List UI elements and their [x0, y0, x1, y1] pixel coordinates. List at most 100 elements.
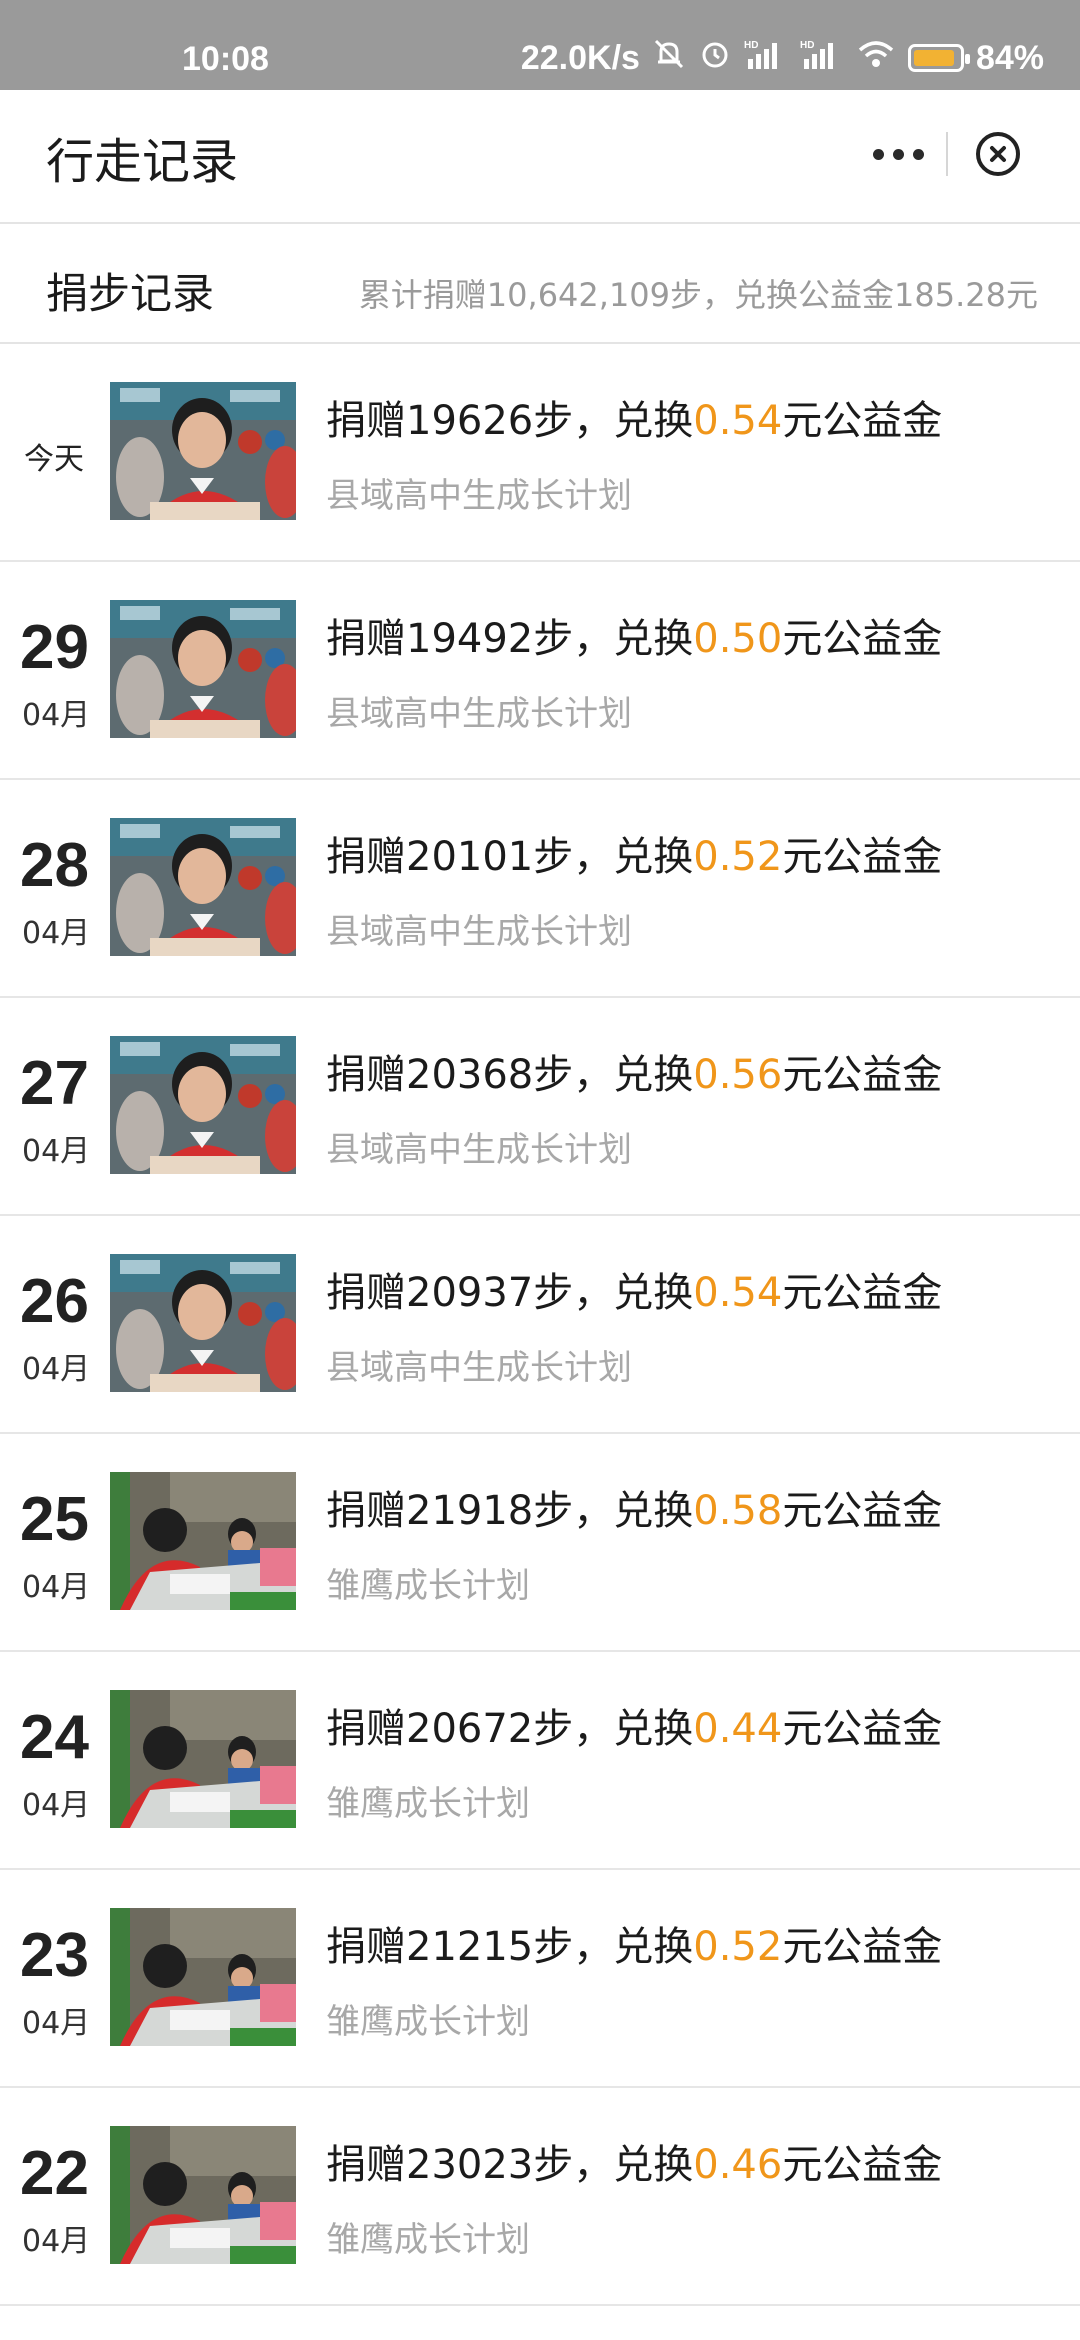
record-row-3[interactable]: 28 04月 捐赠20101步，兑换0.52元公益金 县域高中生成长计划 [0, 780, 1080, 998]
date-month: 04月 [22, 698, 91, 733]
record-date: 25 04月 [0, 1434, 108, 1652]
date-month: 04月 [22, 1788, 91, 1823]
record-steps: 捐赠20937步，兑换 [326, 1270, 694, 1316]
record-steps: 捐赠20368步，兑换 [326, 1052, 694, 1098]
donation-list: 今天 捐赠19626步，兑换0.54元公益金 县域高中生成长计划 29 04月 … [0, 344, 1080, 2306]
project-thumbnail [110, 382, 296, 520]
record-unit: 元公益金 [782, 1488, 943, 1534]
children-writing-photo [110, 1690, 296, 1828]
record-row-9[interactable]: 22 04月 捐赠23023步，兑换0.46元公益金 雏鹰成长计划 [0, 2088, 1080, 2306]
record-summary: 捐赠23023步，兑换0.46元公益金 [326, 2132, 942, 2190]
record-row-1[interactable]: 今天 捐赠19626步，兑换0.54元公益金 县域高中生成长计划 [0, 344, 1080, 562]
record-unit: 元公益金 [782, 2142, 943, 2188]
children-writing-photo [110, 1472, 296, 1610]
date-month: 04月 [22, 2006, 91, 2041]
record-amount: 0.54 [693, 398, 783, 444]
record-amount: 0.52 [693, 1924, 783, 1970]
date-month: 04月 [22, 1570, 91, 1605]
status-bar: 10:08 22.0K/s HD HD 84% [0, 0, 1080, 90]
record-date: 27 04月 [0, 998, 108, 1216]
date-month: 04月 [22, 1134, 91, 1169]
record-project: 县域高中生成长计划 [326, 912, 632, 952]
record-amount: 0.50 [693, 616, 783, 662]
network-speed: 22.0K/s [520, 38, 640, 77]
student-smiling-photo [110, 1036, 296, 1174]
record-summary: 捐赠20937步，兑换0.54元公益金 [326, 1260, 942, 1318]
date-month: 04月 [22, 916, 91, 951]
close-button[interactable] [948, 116, 1048, 192]
record-project: 县域高中生成长计划 [326, 1130, 632, 1170]
project-thumbnail [110, 1472, 296, 1610]
signal-hd-icon-2: HD [800, 37, 844, 80]
record-unit: 元公益金 [782, 1270, 943, 1316]
signal-hd-icon: HD [744, 37, 788, 80]
record-summary: 捐赠20672步，兑换0.44元公益金 [326, 1696, 942, 1754]
record-project: 雏鹰成长计划 [326, 1784, 530, 1824]
record-steps: 捐赠21918步，兑换 [326, 1488, 694, 1534]
more-dot [892, 148, 904, 160]
project-thumbnail [110, 1908, 296, 2046]
record-date: 24 04月 [0, 1652, 108, 1870]
date-day: 22 [20, 2139, 89, 2208]
record-amount: 0.56 [693, 1052, 783, 1098]
student-smiling-photo [110, 1254, 296, 1392]
record-row-4[interactable]: 27 04月 捐赠20368步，兑换0.56元公益金 县域高中生成长计划 [0, 998, 1080, 1216]
record-date: 28 04月 [0, 780, 108, 998]
record-row-7[interactable]: 24 04月 捐赠20672步，兑换0.44元公益金 雏鹰成长计划 [0, 1652, 1080, 1870]
more-dots-icon [872, 148, 884, 160]
record-project: 县域高中生成长计划 [326, 694, 632, 734]
record-row-8[interactable]: 23 04月 捐赠21215步，兑换0.52元公益金 雏鹰成长计划 [0, 1870, 1080, 2088]
record-amount: 0.58 [693, 1488, 783, 1534]
record-summary: 捐赠21215步，兑换0.52元公益金 [326, 1914, 942, 1972]
children-writing-photo [110, 2126, 296, 2264]
record-row-6[interactable]: 25 04月 捐赠21918步，兑换0.58元公益金 雏鹰成长计划 [0, 1434, 1080, 1652]
record-steps: 捐赠19626步，兑换 [326, 398, 694, 444]
date-day: 24 [20, 1703, 89, 1772]
summary-label: 捐步记录 [46, 269, 215, 318]
wifi-icon [856, 37, 896, 80]
record-unit: 元公益金 [782, 398, 943, 444]
date-day: 28 [20, 831, 89, 900]
mini-program-capsule [850, 116, 1050, 192]
date-day: 26 [20, 1267, 89, 1336]
record-unit: 元公益金 [782, 616, 943, 662]
record-steps: 捐赠19492步，兑换 [326, 616, 694, 662]
more-button[interactable] [850, 116, 946, 192]
nav-header: 行走记录 [0, 90, 1080, 224]
date-day: 25 [20, 1485, 89, 1554]
record-steps: 捐赠21215步，兑换 [326, 1924, 694, 1970]
record-summary: 捐赠20101步，兑换0.52元公益金 [326, 824, 942, 882]
record-project: 雏鹰成长计划 [326, 1566, 530, 1606]
record-project: 县域高中生成长计划 [326, 476, 632, 516]
record-steps: 捐赠23023步，兑换 [326, 2142, 694, 2188]
date-today: 今天 [24, 442, 84, 477]
student-smiling-photo [110, 600, 296, 738]
date-day: 23 [20, 1921, 89, 1990]
project-thumbnail [110, 1690, 296, 1828]
record-amount: 0.44 [693, 1706, 783, 1752]
date-month: 04月 [22, 2224, 91, 2259]
record-summary: 捐赠19492步，兑换0.50元公益金 [326, 606, 942, 664]
record-row-5[interactable]: 26 04月 捐赠20937步，兑换0.54元公益金 县域高中生成长计划 [0, 1216, 1080, 1434]
svg-text:HD: HD [800, 40, 814, 51]
donation-summary: 捐步记录 累计捐赠10,642,109步，兑换公益金185.28元 [0, 224, 1080, 344]
record-summary: 捐赠21918步，兑换0.58元公益金 [326, 1478, 942, 1536]
record-date: 22 04月 [0, 2088, 108, 2306]
record-date: 今天 [0, 344, 108, 562]
record-date: 23 04月 [0, 1870, 108, 2088]
project-thumbnail [110, 818, 296, 956]
record-unit: 元公益金 [782, 1052, 943, 1098]
record-project: 雏鹰成长计划 [326, 2220, 530, 2260]
summary-total: 累计捐赠10,642,109步，兑换公益金185.28元 [358, 276, 1038, 314]
record-summary: 捐赠19626步，兑换0.54元公益金 [326, 388, 942, 446]
more-dot [912, 148, 924, 160]
record-date: 29 04月 [0, 562, 108, 780]
record-date: 26 04月 [0, 1216, 108, 1434]
battery-icon [907, 44, 970, 72]
record-row-2[interactable]: 29 04月 捐赠19492步，兑换0.50元公益金 县域高中生成长计划 [0, 562, 1080, 780]
mute-bell-icon [652, 37, 686, 80]
record-project: 县域高中生成长计划 [326, 1348, 632, 1388]
record-steps: 捐赠20672步，兑换 [326, 1706, 694, 1752]
alarm-icon [698, 37, 732, 80]
record-unit: 元公益金 [782, 834, 943, 880]
